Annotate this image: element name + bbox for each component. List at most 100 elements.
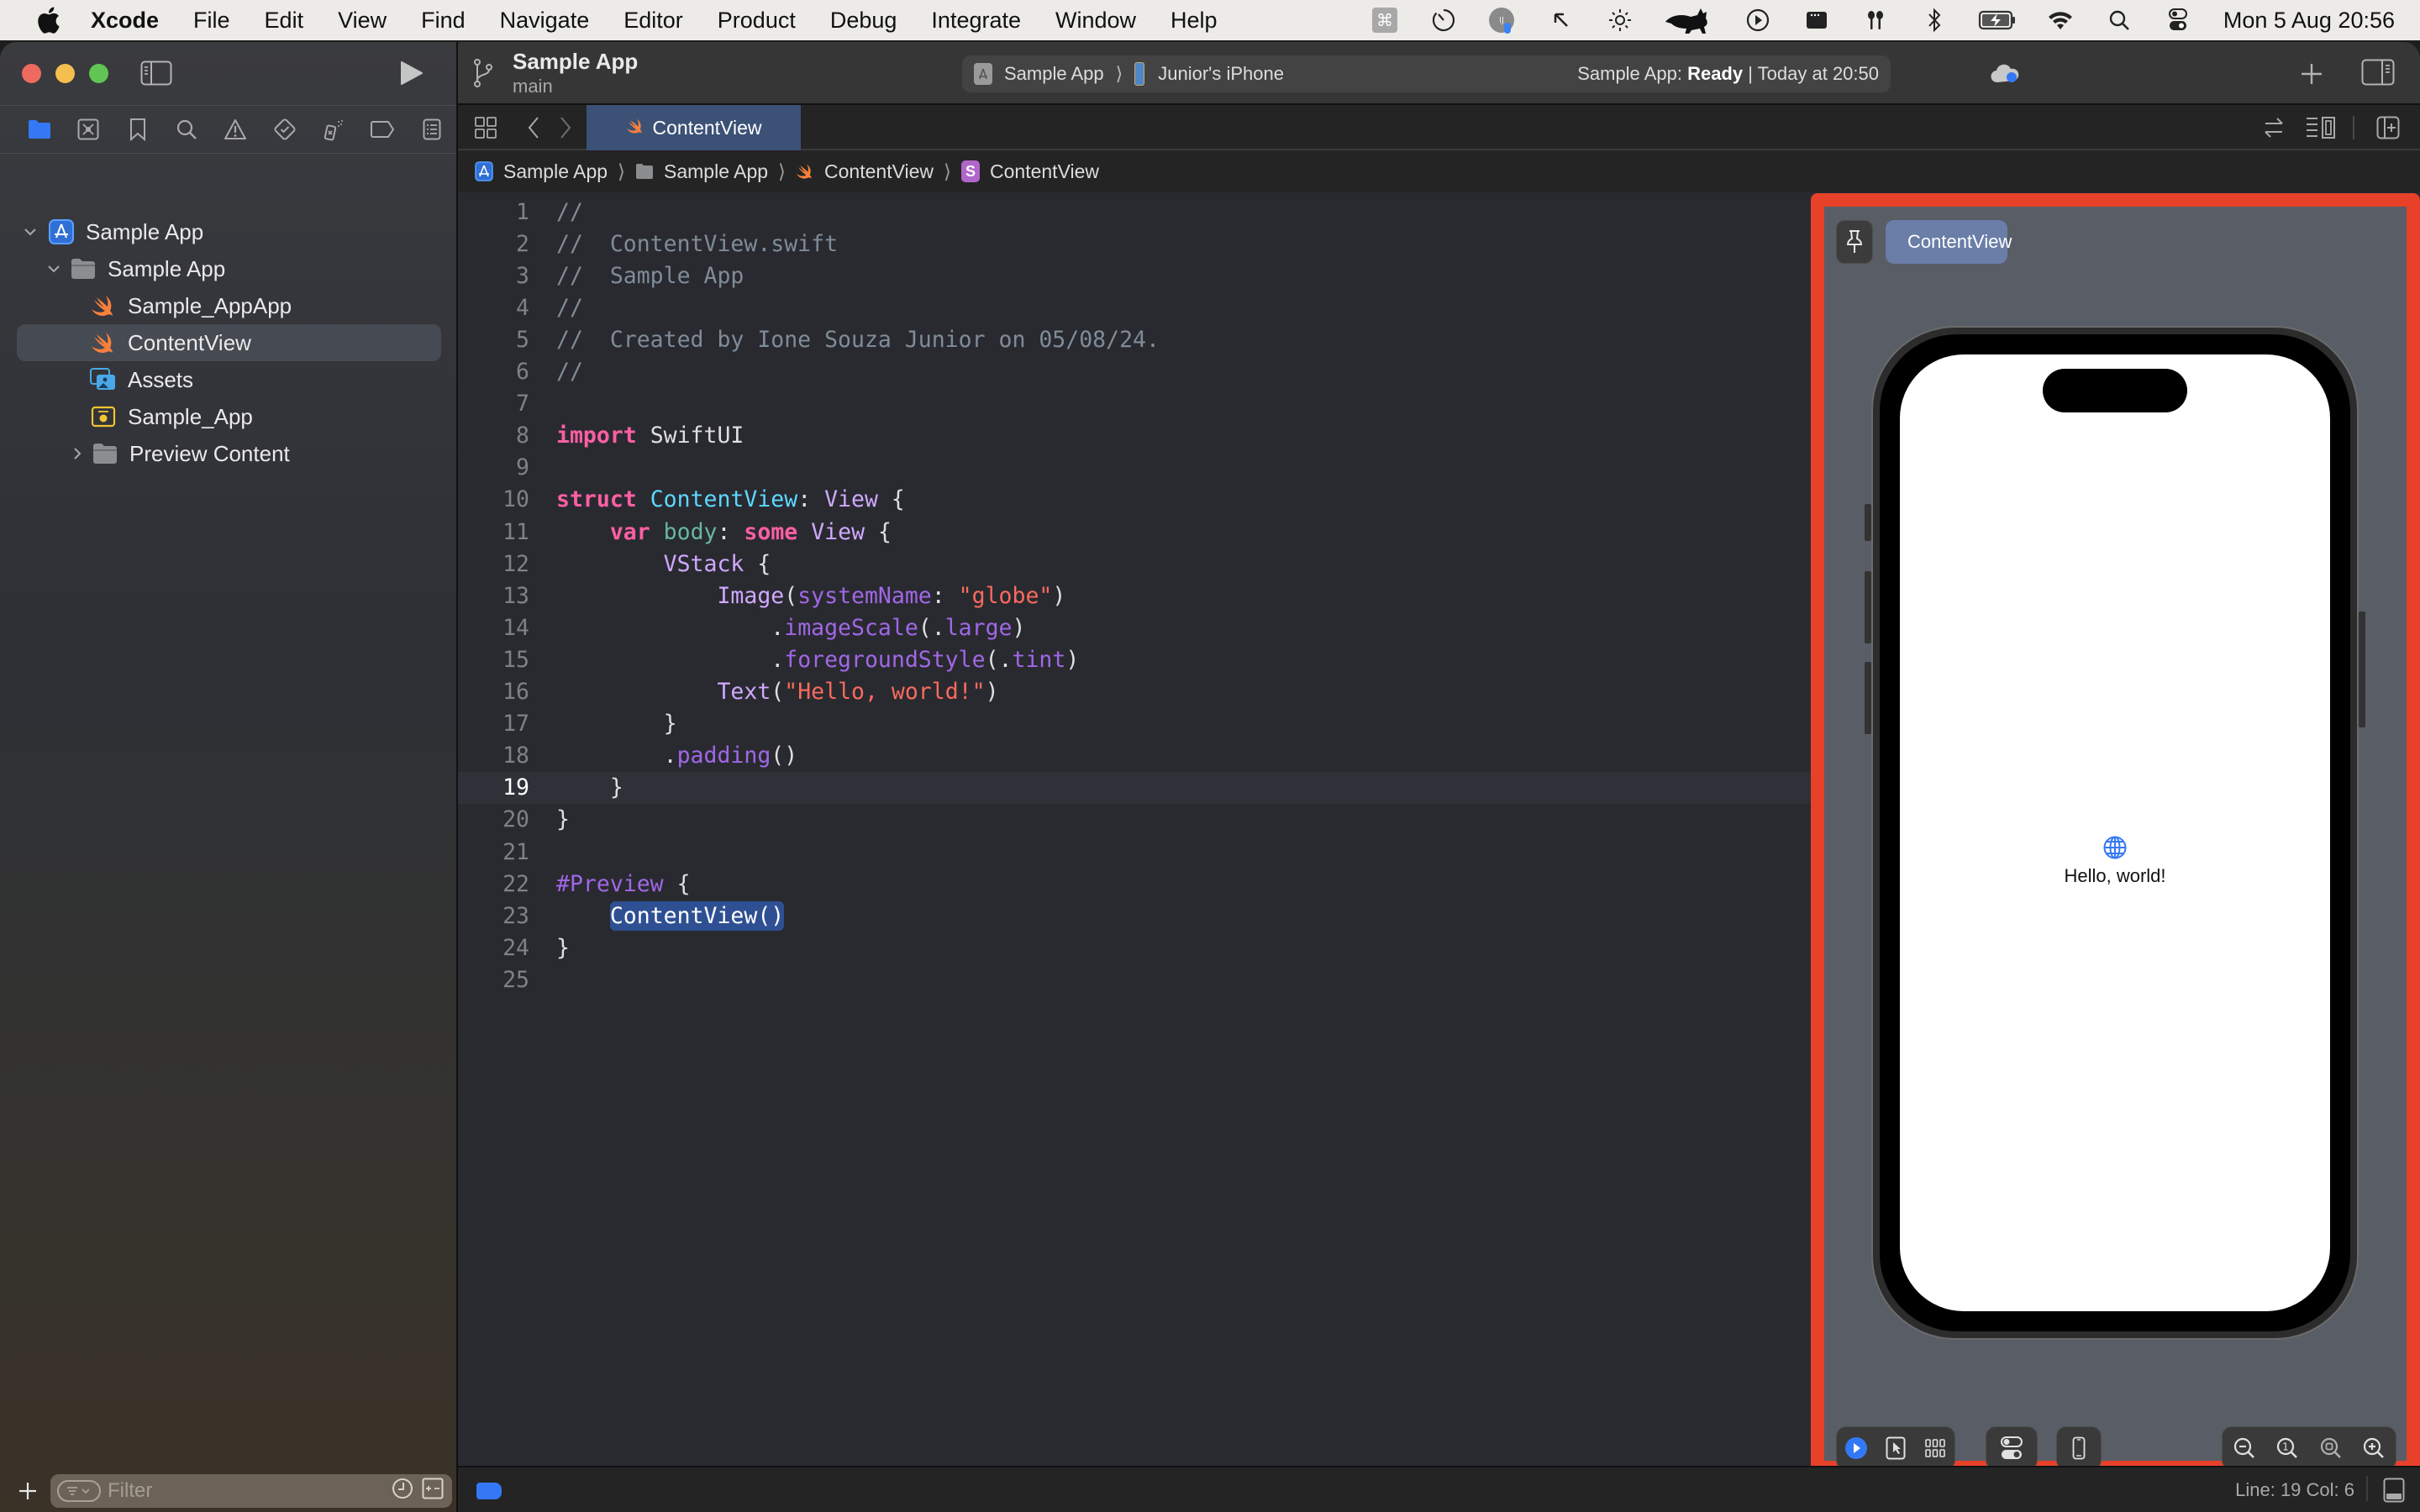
code-line[interactable]: 8 import SwiftUI [458,420,1811,452]
line-number[interactable]: 1 [458,199,529,225]
code-line[interactable]: 2 // ContentView.swift [458,228,1811,260]
line-number[interactable]: 7 [458,391,529,417]
line-number[interactable]: 15 [458,647,529,673]
control-center-icon[interactable] [2163,5,2193,35]
code-line[interactable]: 14 .imageScale(.large) [458,612,1811,643]
line-number[interactable]: 5 [458,327,529,353]
menu-window[interactable]: Window [1055,8,1136,34]
line-number[interactable]: 21 [458,839,529,865]
line-number[interactable]: 6 [458,359,529,385]
debug-navigator-tab[interactable] [309,105,358,154]
line-number[interactable]: 4 [458,295,529,321]
preview-selector-chip[interactable]: ContentView [1886,220,2012,264]
code-line[interactable]: 12 VStack { [458,548,1811,580]
chevron-down-icon[interactable] [44,259,64,279]
line-number[interactable]: 2 [458,231,529,257]
selectable-mode-button[interactable] [1876,1426,1916,1470]
test-navigator-tab[interactable] [260,105,309,154]
sidebar-toggle-icon[interactable] [140,60,172,86]
code-line[interactable]: 20} [458,804,1811,836]
minimize-window-button[interactable] [55,64,75,83]
spotlight-search-icon[interactable] [2104,5,2134,35]
cloud-sync-icon[interactable] [1990,62,2020,86]
swap-arrows-icon[interactable] [2259,115,2289,140]
source-control-navigator-tab[interactable] [64,105,113,154]
tree-item-entitlements[interactable]: Sample_App [17,398,441,435]
variants-button[interactable] [1915,1426,1954,1470]
line-number[interactable]: 23 [458,903,529,929]
cat-icon[interactable] [1664,5,1714,35]
menu-debug[interactable]: Debug [830,8,897,34]
zoom-in-button[interactable] [2353,1426,2396,1470]
breadcrumb-folder[interactable]: Sample App [635,160,768,183]
chevron-right-icon[interactable] [67,444,87,464]
code-line[interactable]: 15 .foregroundStyle(.tint) [458,643,1811,675]
scheme-selector[interactable]: Sample App [1004,63,1104,85]
code-line[interactable]: 6 // [458,356,1811,388]
menu-bar-clock[interactable]: Mon 5 Aug 20:56 [2223,8,2395,34]
line-number[interactable]: 3 [458,263,529,289]
breakpoint-navigator-tab[interactable] [358,105,407,154]
brightness-icon[interactable] [1605,5,1635,35]
timer-icon[interactable] [1428,5,1459,35]
code-line[interactable]: 23 ContentView() [458,900,1811,932]
close-window-button[interactable] [22,64,41,83]
issue-navigator-tab[interactable] [211,105,260,154]
source-editor[interactable]: 1 // 2 // ContentView.swift 3 // Sample App 4 /… [458,192,1811,1507]
menu-view[interactable]: View [338,8,387,34]
code-line[interactable]: 17 } [458,708,1811,740]
navigator-filter-field[interactable]: Filter [50,1474,452,1508]
code-line[interactable]: 21 [458,836,1811,868]
line-number[interactable]: 9 [458,454,529,480]
project-name[interactable]: Sample App [513,49,638,75]
airpods-icon[interactable] [1860,5,1891,35]
breadcrumb-project[interactable]: Sample App [475,160,608,183]
apple-menu-icon[interactable] [32,7,66,34]
code-line[interactable]: 1 // [458,196,1811,228]
code-line[interactable]: 3 // Sample App [458,260,1811,291]
recent-files-clock-icon[interactable] [392,1478,413,1505]
code-line[interactable]: 7 [458,388,1811,420]
line-number[interactable]: 12 [458,551,529,577]
bluetooth-icon[interactable] [1919,5,1949,35]
menu-product[interactable]: Product [718,8,796,34]
menu-find[interactable]: Find [421,8,466,34]
line-number[interactable]: 11 [458,519,529,545]
code-line[interactable]: 9 [458,452,1811,484]
command-key-icon[interactable]: ⌘ [1370,5,1400,35]
inspector-toggle-icon[interactable] [2361,59,2395,86]
menu-help[interactable]: Help [1171,8,1218,34]
run-button[interactable] [397,59,425,87]
code-line[interactable]: 4 // [458,291,1811,323]
code-line[interactable]: 11 var body: some View { [458,516,1811,548]
branch-name[interactable]: main [513,76,553,97]
line-number[interactable]: 16 [458,679,529,705]
cursor-arrow-icon[interactable] [1546,5,1576,35]
breakpoints-toggle-icon[interactable] [476,1483,502,1499]
zoom-out-button[interactable] [2223,1426,2266,1470]
code-line[interactable]: 19 } [458,771,1811,804]
add-library-button[interactable] [2298,60,2325,87]
bookmark-navigator-tab[interactable] [113,105,162,154]
user-avatar-icon[interactable]: IJ [1487,5,1518,35]
project-navigator-tab[interactable] [15,105,64,154]
debug-area-toggle-icon[interactable] [2383,1478,2405,1503]
wifi-icon[interactable] [2045,5,2075,35]
line-number[interactable]: 13 [458,583,529,609]
zoom-window-button[interactable] [89,64,108,83]
line-number[interactable]: 10 [458,486,529,512]
find-navigator-tab[interactable] [162,105,211,154]
zoom-to-fit-button[interactable] [2309,1426,2353,1470]
line-number[interactable]: 14 [458,615,529,641]
editor-options-icon[interactable] [2306,115,2336,140]
tree-item-folder-collapsed[interactable]: Preview Content [17,435,441,472]
play-circle-icon[interactable] [1743,5,1773,35]
live-mode-button[interactable] [1837,1426,1876,1470]
menu-app-name[interactable]: Xcode [91,8,159,34]
code-line[interactable]: 10 struct ContentView: View { [458,484,1811,516]
code-line[interactable]: 24} [458,932,1811,963]
code-line[interactable]: 22 #Preview { [458,868,1811,900]
split-editor-icon[interactable] [2373,115,2403,140]
line-number[interactable]: 8 [458,423,529,449]
phone-screen[interactable]: Hello, world! [1900,354,2330,1311]
